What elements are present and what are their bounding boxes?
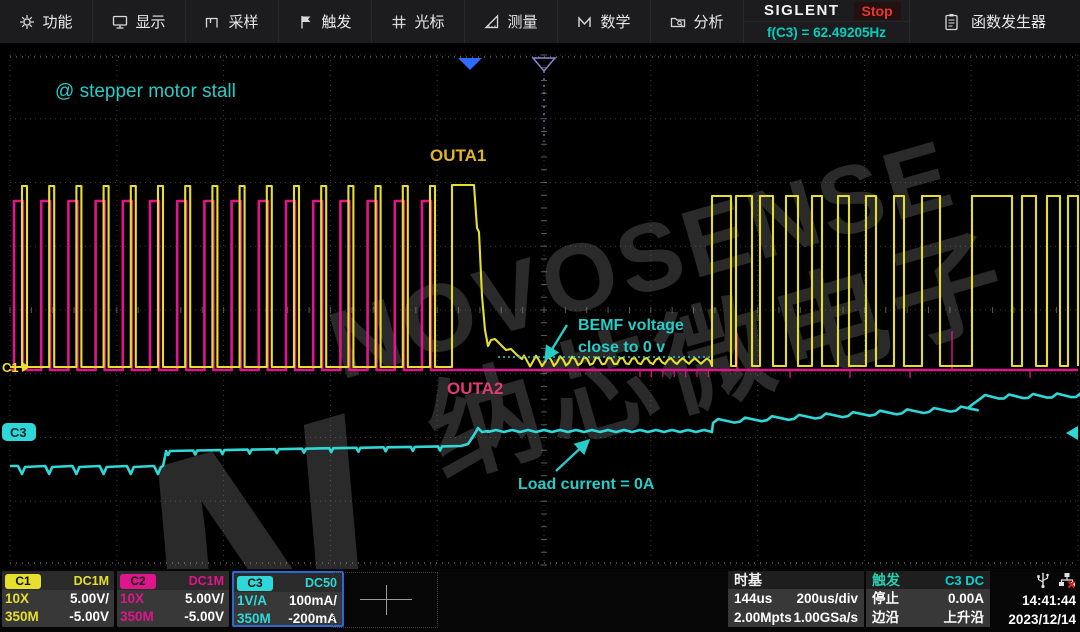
trigger-slope: 上升沿 [944, 608, 985, 627]
channel2-coupling: DC1M [189, 574, 224, 588]
channel3-probe: 1V/A [237, 592, 267, 610]
bemf-annotation-line1: BEMF voltage [578, 317, 684, 334]
timebase-scale: 200us/div [796, 589, 858, 608]
channel3-offset: -200mA [288, 610, 337, 628]
menu-math-label: 数学 [600, 11, 630, 32]
menu-trigger[interactable]: 触发 [279, 0, 372, 43]
menu-analysis-label: 分析 [693, 11, 723, 32]
channel3-offset-marker[interactable]: C3 [2, 423, 36, 441]
trigger-source: C3 DC [945, 573, 984, 588]
math-icon [577, 14, 593, 30]
lan-disconnected-icon [1058, 572, 1076, 589]
analysis-icon [670, 14, 686, 30]
menu-display[interactable]: 显示 [93, 0, 186, 43]
svg-text:C1: C1 [2, 360, 19, 375]
system-status-box: 14:41:44 2023/12/14 [992, 571, 1078, 629]
trigger-delay-marker[interactable] [458, 58, 482, 70]
channel1-coupling: DC1M [74, 574, 109, 588]
menu-math[interactable]: 数学 [558, 0, 651, 43]
channel2-offset: -5.00V [184, 608, 224, 626]
gear-icon [19, 14, 35, 30]
bemf-annotation-line2: close to 0 v [578, 339, 665, 356]
monitor-icon [112, 14, 128, 30]
channel1-scale: 5.00V/ [70, 590, 109, 608]
menu-measure-label: 测量 [507, 11, 537, 32]
trigger-level-marker[interactable] [1066, 426, 1078, 440]
channel2-scale: 5.00V/ [185, 590, 224, 608]
channel3-descriptor-box[interactable]: C3 DC50 1V/A 100mA/ 350M -200mA [232, 571, 344, 627]
menu-measure[interactable]: 测量 [465, 0, 558, 43]
plot-svg: N NOVOSENSE 纳芯微电子 @ stepper motor stall … [0, 43, 1080, 569]
timebase-delay: 144us [734, 589, 772, 608]
channel2-bandwidth: 350M [120, 608, 154, 626]
funcgen-icon [944, 13, 959, 31]
trigger-position-marker[interactable] [533, 58, 555, 142]
timebase-title: 时基 [734, 570, 762, 590]
system-time: 14:41:44 [992, 591, 1078, 610]
acquisition-status-block: SIGLENT Stop f(C3) = 62.49205Hz [744, 0, 910, 43]
add-channel-panel[interactable] [333, 572, 438, 628]
timebase-box[interactable]: 时基 144us 200us/div 2.00Mpts 1.00GSa/s [728, 571, 864, 627]
trigger-level: 0.00A [948, 589, 984, 608]
run-stop-state[interactable]: Stop [854, 2, 901, 20]
frequency-counter: f(C3) = 62.49205Hz [744, 22, 909, 43]
menu-utility-label: 功能 [42, 11, 72, 32]
usb-icon [1036, 572, 1050, 589]
channel2-probe: 10X [120, 590, 144, 608]
channel1-offset-marker[interactable]: C1 [2, 360, 30, 375]
menu-analysis[interactable]: 分析 [651, 0, 744, 43]
waveform-display-area[interactable]: N NOVOSENSE 纳芯微电子 @ stepper motor stall … [0, 43, 1080, 569]
menu-cursors-label: 光标 [414, 11, 444, 32]
siglent-logo: SIGLENT [744, 2, 840, 19]
outa1-label: OUTA1 [430, 146, 486, 165]
trigger-mode: 停止 [872, 589, 899, 608]
svg-text:C3: C3 [10, 425, 27, 440]
load-current-annotation: Load current = 0A [518, 476, 655, 493]
outa2-label: OUTA2 [447, 379, 503, 398]
trigger-box[interactable]: 触发 C3 DC 停止 0.00A 边沿 上升沿 [866, 571, 990, 627]
channel3-bandwidth: 350M [237, 610, 271, 628]
channel1-offset: -5.00V [69, 608, 109, 626]
menu-trigger-label: 触发 [321, 11, 351, 32]
menu-bar: 功能 显示 采样 触发 光标 [0, 0, 1080, 43]
channel3-tag: C3 [237, 576, 273, 591]
bottom-status-bar: C1 DC1M 10X 5.00V/ 350M -5.00V C2 DC1M 1… [0, 569, 1080, 632]
menu-acquire[interactable]: 采样 [186, 0, 279, 43]
measure-icon [484, 14, 500, 30]
trigger-flag-icon [298, 14, 314, 30]
channel1-bandwidth: 350M [5, 608, 39, 626]
menu-display-label: 显示 [135, 11, 165, 32]
timebase-points: 2.00Mpts [734, 608, 792, 627]
channel1-tag: C1 [5, 574, 41, 589]
funcgen-label: 函数发生器 [971, 11, 1046, 32]
stall-annotation: @ stepper motor stall [55, 81, 236, 102]
timebase-samplerate: 1.00GSa/s [793, 608, 858, 627]
channel2-descriptor-box[interactable]: C2 DC1M 10X 5.00V/ 350M -5.00V [117, 571, 229, 627]
menu-cursors[interactable]: 光标 [372, 0, 465, 43]
cursor-icon [391, 14, 407, 30]
channel3-scale: 100mA/ [289, 592, 337, 610]
plus-icon-vertical [386, 585, 387, 615]
trigger-title: 触发 [872, 570, 900, 590]
function-generator-button[interactable]: 函数发生器 [910, 0, 1080, 43]
novosense-watermark: N NOVOSENSE 纳芯微电子 [77, 113, 1076, 569]
channel1-descriptor-box[interactable]: C1 DC1M 10X 5.00V/ 350M -5.00V [2, 571, 114, 627]
channel1-probe: 10X [5, 590, 29, 608]
system-date: 2023/12/14 [992, 610, 1078, 629]
trigger-type: 边沿 [872, 608, 899, 627]
channel2-tag: C2 [120, 574, 156, 589]
sampling-icon [205, 14, 221, 30]
menu-utility[interactable]: 功能 [0, 0, 93, 43]
menu-acquire-label: 采样 [228, 11, 258, 32]
oscilloscope-screen: 功能 显示 采样 触发 光标 [0, 0, 1080, 632]
